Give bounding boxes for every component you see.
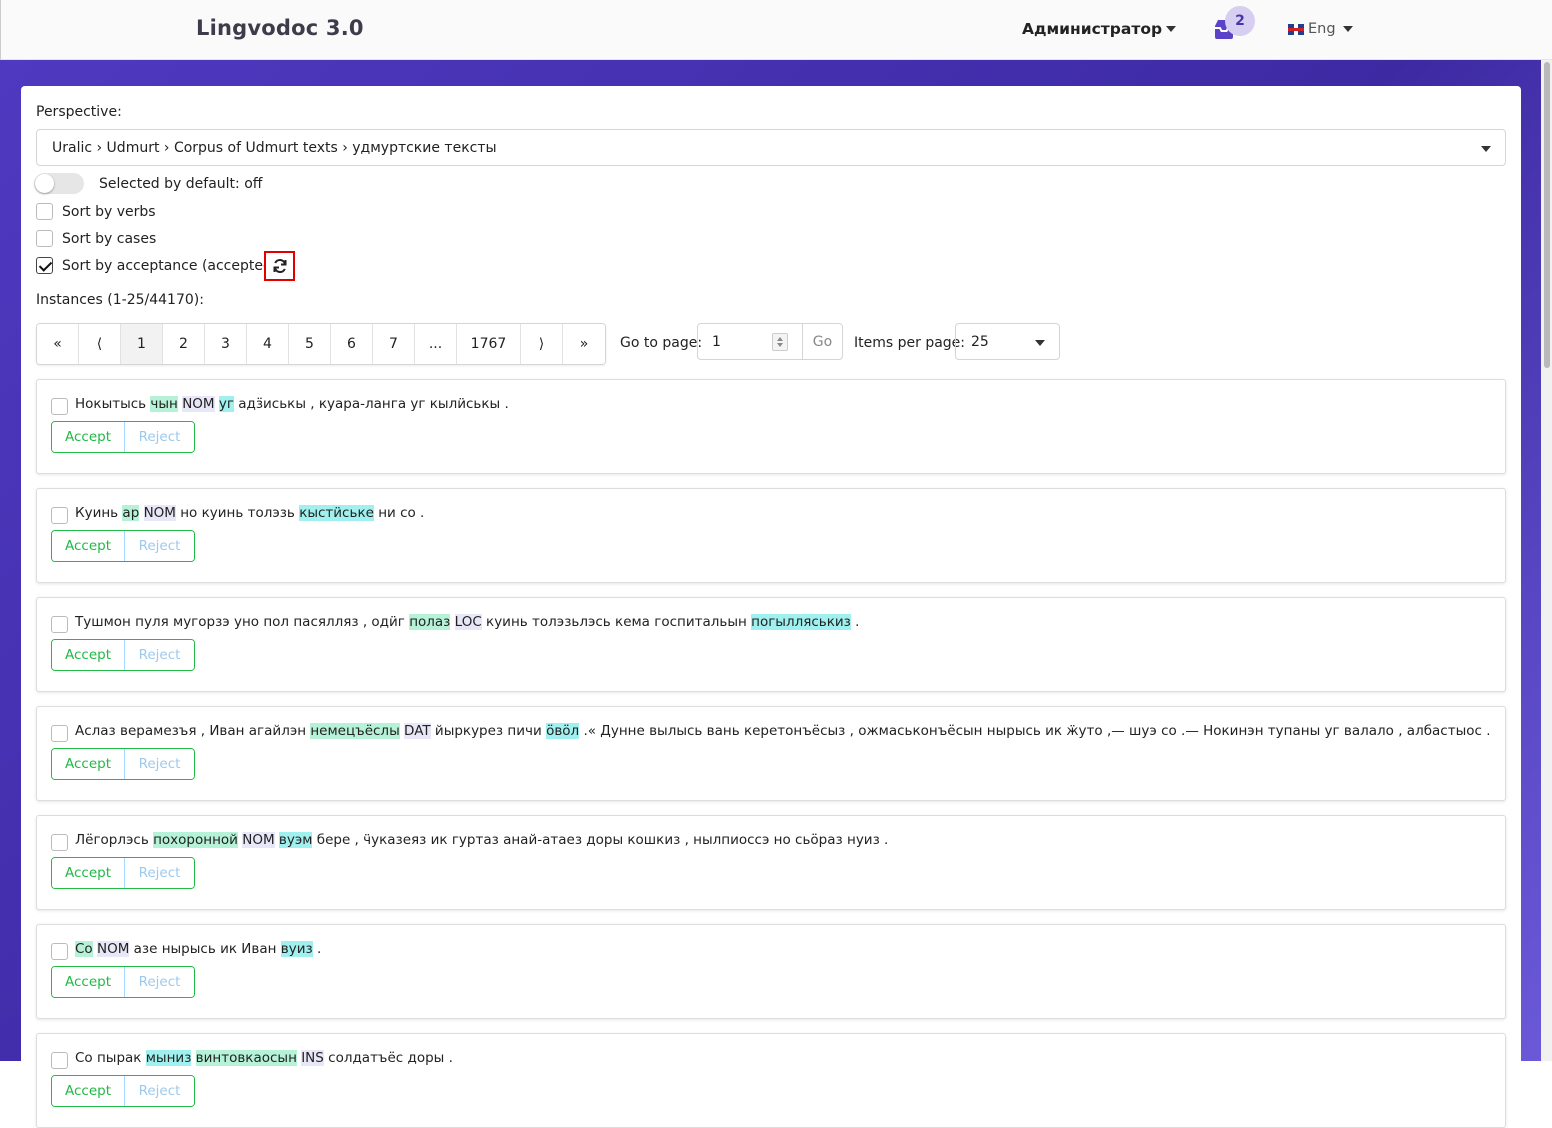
go-to-page-value: 1 — [712, 334, 721, 350]
sort-cases-checkbox[interactable] — [36, 230, 53, 247]
accept-button[interactable]: Accept — [52, 531, 125, 561]
page-link[interactable]: 1 — [121, 324, 163, 364]
main-panel: Perspective: Uralic › Udmurt › Corpus of… — [21, 86, 1521, 1128]
page-link[interactable]: 2 — [163, 324, 205, 364]
reject-button[interactable]: Reject — [125, 858, 194, 888]
chevron-down-icon — [1342, 26, 1353, 32]
page-link[interactable]: 5 — [289, 324, 331, 364]
accept-reject-group: Accept Reject — [51, 748, 195, 780]
accept-reject-group: Accept Reject — [51, 966, 195, 998]
sort-verbs-label: Sort by verbs — [62, 204, 156, 220]
perspective-value: Uralic › Udmurt › Corpus of Udmurt texts… — [52, 140, 497, 156]
uk-flag-icon — [1288, 23, 1304, 35]
instances-count-label: Instances (1-25/44170): — [36, 292, 204, 308]
instance-text: Нокытысь чын NOM уг адӟиськы , куара-лан… — [75, 396, 509, 412]
app-brand[interactable]: Lingvodoc 3.0 — [196, 16, 364, 40]
instance-card: Куинь ар NOM но куинь толэзь кыстӥське н… — [36, 488, 1506, 583]
reject-button[interactable]: Reject — [125, 967, 194, 997]
accept-reject-group: Accept Reject — [51, 1075, 195, 1107]
instance-text: Со пырак мыниз винтовкаосын INS солдатъё… — [75, 1050, 453, 1066]
chevron-down-icon — [1035, 340, 1045, 346]
top-navbar: Lingvodoc 3.0 Администратор 2 Eng — [0, 0, 1552, 60]
user-name: Администратор — [1022, 20, 1163, 38]
items-per-page-label: Items per page: — [854, 335, 966, 351]
accept-reject-group: Accept Reject — [51, 857, 195, 889]
selected-default-toggle[interactable] — [34, 173, 84, 194]
scrollbar[interactable] — [1541, 60, 1552, 1061]
accept-button[interactable]: Accept — [52, 967, 125, 997]
page-link[interactable]: « — [37, 324, 79, 364]
page-link[interactable]: ... — [415, 324, 457, 364]
page-link[interactable]: » — [563, 324, 605, 364]
instance-checkbox[interactable] — [51, 507, 68, 524]
perspective-select[interactable]: Uralic › Udmurt › Corpus of Udmurt texts… — [36, 129, 1506, 166]
accept-button[interactable]: Accept — [52, 749, 125, 779]
sort-acceptance-checkbox[interactable] — [36, 257, 53, 274]
page-link[interactable]: 1767 — [457, 324, 521, 364]
user-menu[interactable]: Администратор — [1022, 20, 1177, 38]
refresh-icon — [273, 258, 286, 274]
pagination: «⟨ 1 2 3 4 5 6 7... 1767 ⟩» — [36, 323, 606, 365]
perspective-label: Perspective: — [36, 104, 122, 120]
accept-button[interactable]: Accept — [52, 1076, 125, 1106]
refresh-button[interactable] — [264, 251, 295, 281]
instance-text: Со NOM азе нырысь ик Иван вуиз . — [75, 941, 322, 957]
instance-checkbox[interactable] — [51, 834, 68, 851]
page-link[interactable]: 6 — [331, 324, 373, 364]
page-link[interactable]: ⟨ — [79, 324, 121, 364]
instance-checkbox[interactable] — [51, 616, 68, 633]
reject-button[interactable]: Reject — [125, 640, 194, 670]
go-to-page-input-group: 1 Go — [697, 323, 843, 360]
reject-button[interactable]: Reject — [125, 749, 194, 779]
items-per-page-select[interactable]: 25 — [955, 323, 1060, 360]
go-to-page-input[interactable]: 1 — [698, 324, 802, 359]
instance-card: Со пырак мыниз винтовкаосын INS солдатъё… — [36, 1033, 1506, 1128]
instance-card: Со NOM азе нырысь ик Иван вуиз . Accept Re… — [36, 924, 1506, 1019]
accept-reject-group: Accept Reject — [51, 421, 195, 453]
go-button[interactable]: Go — [802, 324, 842, 359]
number-stepper[interactable] — [772, 333, 788, 351]
sort-verbs-checkbox[interactable] — [36, 203, 53, 220]
reject-button[interactable]: Reject — [125, 422, 194, 452]
instance-card: Лёгорлэсь похоронной NOM вуэм бере , ӵук… — [36, 815, 1506, 910]
page-link[interactable]: 7 — [373, 324, 415, 364]
page-link[interactable]: 4 — [247, 324, 289, 364]
items-per-page-value: 25 — [971, 334, 989, 350]
reject-button[interactable]: Reject — [125, 1076, 194, 1106]
accept-reject-group: Accept Reject — [51, 639, 195, 671]
accept-button[interactable]: Accept — [52, 422, 125, 452]
instance-text: Куинь ар NOM но куинь толэзь кыстӥське н… — [75, 505, 425, 521]
instance-card: Нокытысь чын NOM уг адӟиськы , куара-лан… — [36, 379, 1506, 474]
instance-checkbox[interactable] — [51, 398, 68, 415]
instance-checkbox[interactable] — [51, 725, 68, 742]
instance-text: Лёгорлэсь похоронной NOM вуэм бере , ӵук… — [75, 832, 889, 848]
accept-button[interactable]: Accept — [52, 858, 125, 888]
page-link[interactable]: ⟩ — [521, 324, 563, 364]
chevron-down-icon — [1481, 146, 1491, 152]
sort-acceptance-label: Sort by acceptance (accepted last) — [62, 258, 264, 274]
accept-button[interactable]: Accept — [52, 640, 125, 670]
page-link[interactable]: 3 — [205, 324, 247, 364]
instance-card: Аслаз верамезъя , Иван агайлэн немецъёсл… — [36, 706, 1506, 801]
selected-default-label: Selected by default: off — [99, 176, 263, 192]
instance-card: Тушмон пуля мугорзэ уно пол пасялляз , о… — [36, 597, 1506, 692]
language-menu[interactable]: Eng — [1288, 21, 1353, 37]
tasks-count-badge: 2 — [1225, 6, 1255, 36]
instance-checkbox[interactable] — [51, 943, 68, 960]
instance-text: Аслаз верамезъя , Иван агайлэн немецъёсл… — [75, 723, 1491, 739]
accept-reject-group: Accept Reject — [51, 530, 195, 562]
reject-button[interactable]: Reject — [125, 531, 194, 561]
language-label: Eng — [1308, 21, 1336, 37]
chevron-down-icon — [1166, 26, 1177, 32]
instance-text: Тушмон пуля мугорзэ уно пол пасялляз , о… — [75, 614, 860, 630]
sort-cases-label: Sort by cases — [62, 231, 157, 247]
go-to-page-label: Go to page: — [620, 335, 703, 351]
